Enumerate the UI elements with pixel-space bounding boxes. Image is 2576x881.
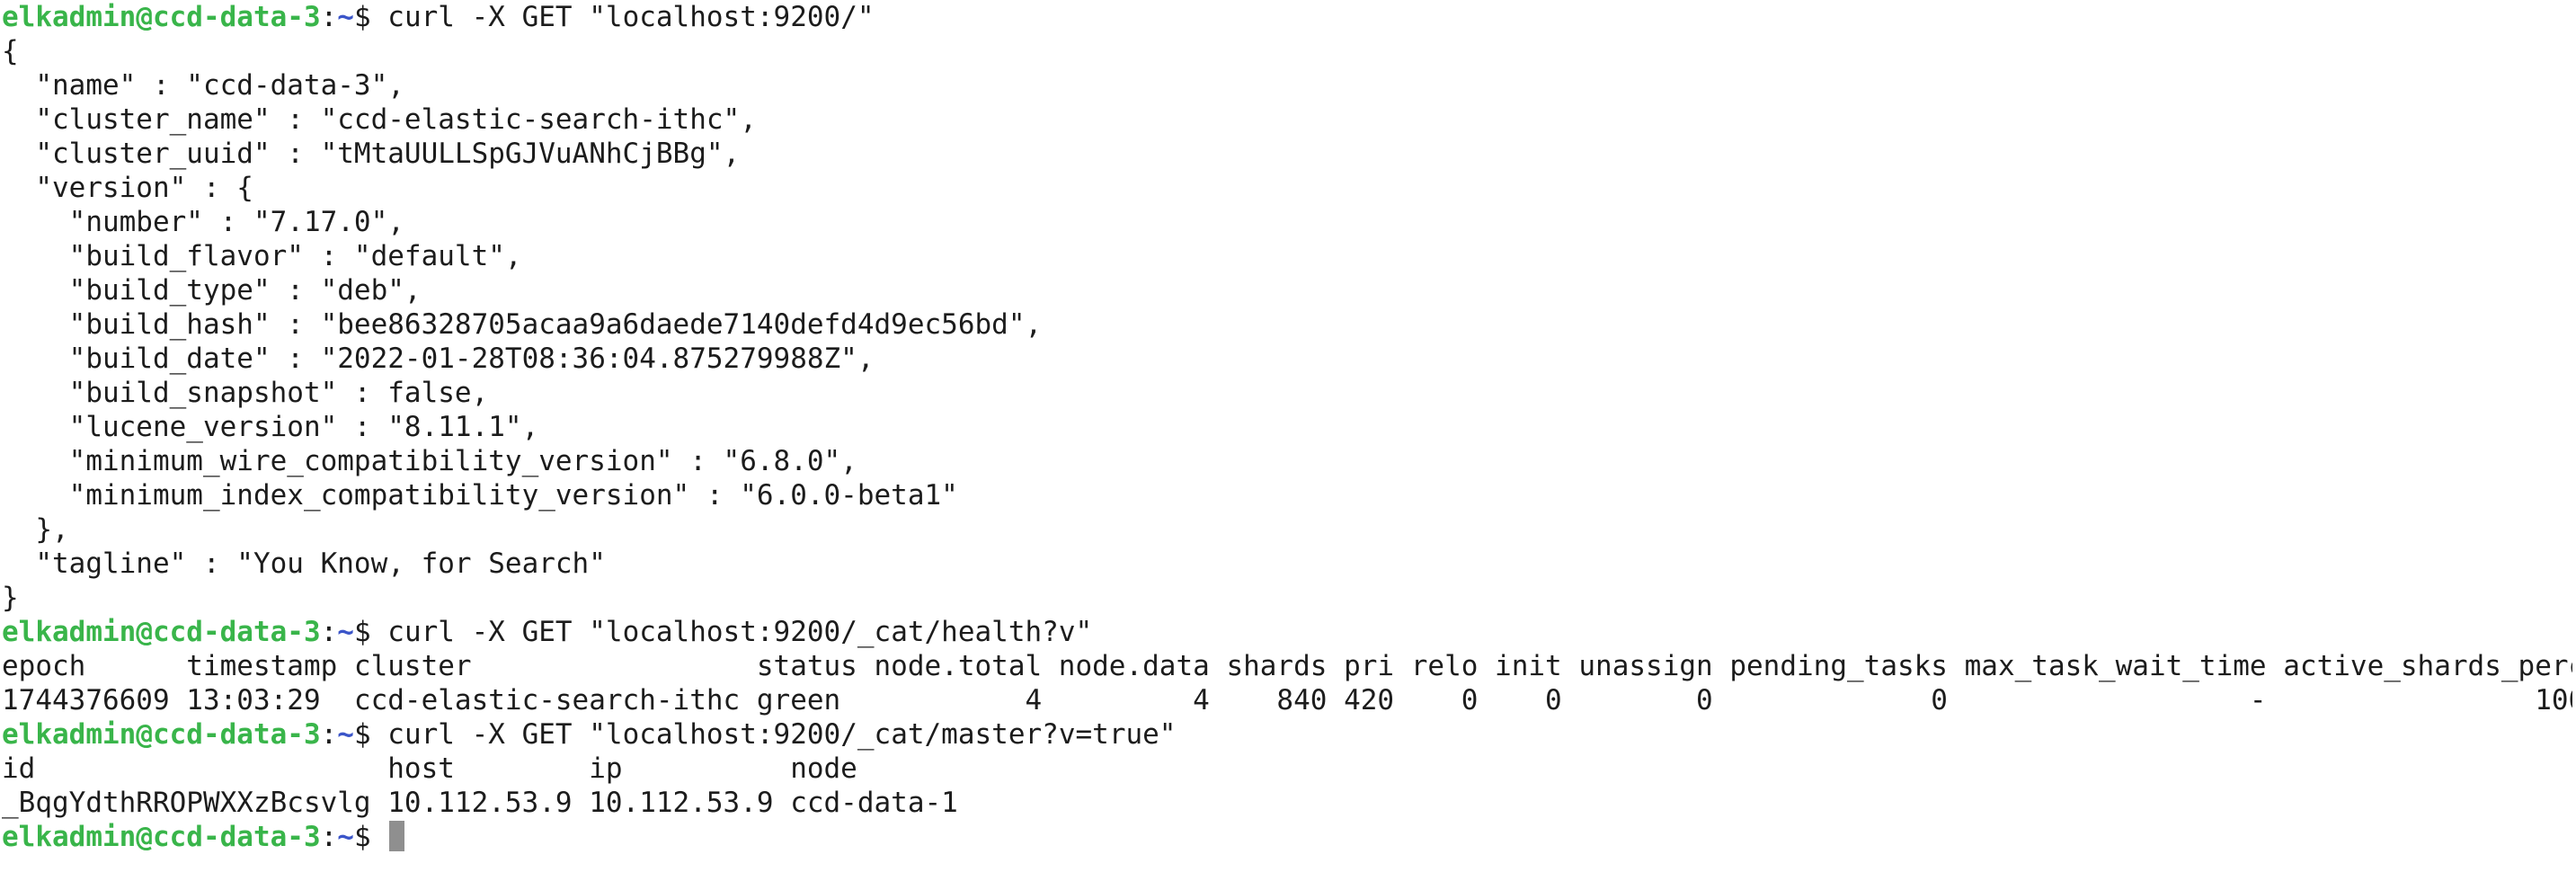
output-line: { <box>2 35 19 67</box>
prompt-user-host: elkadmin@ccd-data-3 <box>2 821 321 853</box>
prompt-path: ~ <box>337 1 354 33</box>
output-line: "build_snapshot" : false, <box>2 377 489 409</box>
output-line: } <box>2 582 19 614</box>
output-line: "minimum_index_compatibility_version" : … <box>2 479 958 512</box>
terminal-window[interactable]: elkadmin@ccd-data-3:~$ curl -X GET "loca… <box>2 0 2572 881</box>
prompt-separator: : <box>320 616 338 648</box>
output-line: "build_date" : "2022-01-28T08:36:04.8752… <box>2 343 875 375</box>
prompt-symbol: $ <box>353 821 388 853</box>
output-line: "build_type" : "deb", <box>2 274 422 307</box>
text-cursor[interactable] <box>389 821 405 851</box>
prompt-path: ~ <box>337 821 354 853</box>
output-line: "name" : "ccd-data-3", <box>2 69 404 102</box>
command-text: curl -X GET "localhost:9200/_cat/master?… <box>387 718 1177 751</box>
prompt-path: ~ <box>337 718 354 751</box>
output-line: "tagline" : "You Know, for Search" <box>2 547 606 580</box>
prompt-separator: : <box>320 1 338 33</box>
output-line: "minimum_wire_compatibility_version" : "… <box>2 445 857 477</box>
output-line: "cluster_name" : "ccd-elastic-search-ith… <box>2 103 757 136</box>
output-line: "version" : { <box>2 172 253 204</box>
output-line: "cluster_uuid" : "tMtaUULLSpGJVuANhCjBBg… <box>2 138 741 170</box>
output-line: "build_hash" : "bee86328705acaa9a6daede7… <box>2 308 1043 341</box>
command-line: elkadmin@ccd-data-3:~$ curl -X GET "loca… <box>2 615 2572 649</box>
prompt-symbol: $ <box>353 1 388 33</box>
command-line: elkadmin@ccd-data-3:~$ curl -X GET "loca… <box>2 717 2572 752</box>
command-text: curl -X GET "localhost:9200/_cat/health?… <box>387 616 1093 648</box>
prompt-user-host: elkadmin@ccd-data-3 <box>2 718 321 751</box>
prompt-separator: : <box>320 718 338 751</box>
command-line: elkadmin@ccd-data-3:~$ curl -X GET "loca… <box>2 0 2572 34</box>
prompt-path: ~ <box>337 616 354 648</box>
active-prompt-line[interactable]: elkadmin@ccd-data-3:~$ <box>2 820 2572 854</box>
output-line: }, <box>2 513 69 546</box>
master-row-line: _BqgYdthRROPWXXzBcsvlg 10.112.53.9 10.11… <box>2 787 958 819</box>
prompt-separator: : <box>320 821 338 853</box>
prompt-user-host: elkadmin@ccd-data-3 <box>2 1 321 33</box>
master-header-line: id host ip node <box>2 752 857 785</box>
health-row-line: 1744376609 13:03:29 ccd-elastic-search-i… <box>2 684 2572 716</box>
prompt-symbol: $ <box>353 616 388 648</box>
prompt-symbol: $ <box>353 718 388 751</box>
health-header-line: epoch timestamp cluster status node.tota… <box>2 650 2572 682</box>
prompt-user-host: elkadmin@ccd-data-3 <box>2 616 321 648</box>
output-line: "number" : "7.17.0", <box>2 206 404 238</box>
output-line: "lucene_version" : "8.11.1", <box>2 411 539 443</box>
command-text: curl -X GET "localhost:9200/" <box>387 1 875 33</box>
output-line: "build_flavor" : "default", <box>2 240 522 272</box>
